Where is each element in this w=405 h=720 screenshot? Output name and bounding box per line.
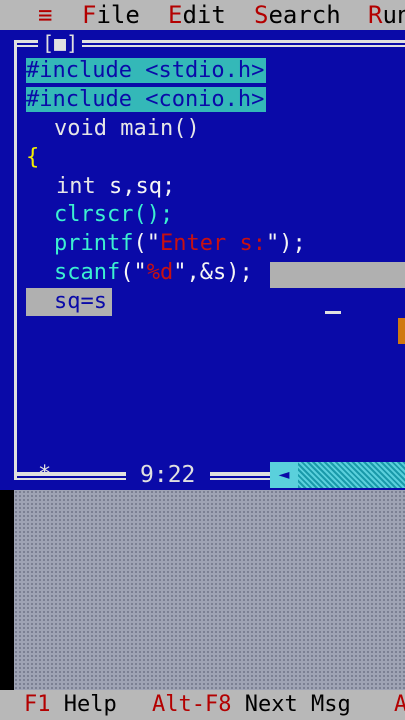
- window-frame-left: [14, 40, 17, 480]
- autocomplete-highlight: [270, 262, 405, 288]
- code-line-9[interactable]: sq=s: [26, 288, 112, 316]
- menu-run[interactable]: Run: [368, 0, 405, 30]
- status-frame-mid: [210, 472, 270, 476]
- menu-search[interactable]: Search: [254, 0, 341, 30]
- menu-file[interactable]: File: [82, 0, 140, 30]
- help-f1[interactable]: F1 Help: [24, 690, 117, 720]
- menu-edit[interactable]: Edit: [168, 0, 226, 30]
- code-line-4[interactable]: {: [26, 144, 39, 172]
- modified-indicator: *: [38, 462, 52, 487]
- close-box[interactable]: [■]: [38, 31, 83, 55]
- help-next-msg[interactable]: Alt-F8 Next Msg: [152, 690, 351, 720]
- scroll-left-icon[interactable]: ◄: [270, 462, 298, 488]
- status-frame-left: [14, 472, 126, 476]
- scrollbar-marker: [398, 318, 405, 344]
- editor-window[interactable]: [■] #include <stdio.h> #include <conio.h…: [0, 30, 405, 490]
- code-line-2[interactable]: #include <conio.h>: [26, 86, 267, 114]
- text-cursor: [325, 311, 341, 314]
- help-bar: F1 Help Alt-F8 Next Msg A: [0, 690, 405, 720]
- close-icon: [■]: [42, 31, 79, 55]
- code-line-7[interactable]: printf("Enter s:");: [54, 230, 306, 258]
- desktop-background: [14, 490, 405, 690]
- code-line-5[interactable]: int s,sq;: [56, 173, 175, 201]
- help-alt[interactable]: A: [394, 690, 405, 720]
- cursor-position: 9:22: [134, 462, 202, 488]
- editor-status-line: * 9:22 ◄: [14, 460, 405, 490]
- code-line-6[interactable]: clrscr();: [54, 201, 173, 229]
- code-line-1[interactable]: #include <stdio.h>: [26, 57, 267, 85]
- horizontal-scrollbar[interactable]: ◄: [270, 462, 405, 488]
- code-line-8[interactable]: scanf("%d",&s);: [54, 259, 253, 287]
- system-menu-icon[interactable]: ≡: [38, 0, 52, 30]
- status-frame-mid-inner: [210, 478, 270, 480]
- status-frame-left-inner: [14, 478, 126, 480]
- code-line-3[interactable]: void main(): [54, 115, 200, 143]
- menu-bar: ≡ File Edit Search Run: [0, 0, 405, 30]
